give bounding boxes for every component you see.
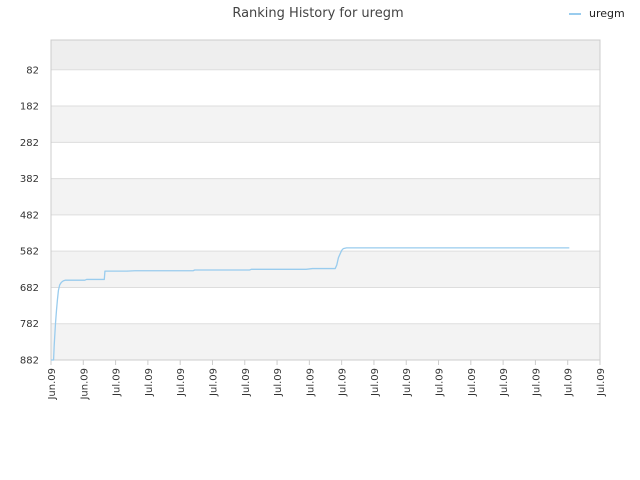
y-tick-label: 482: [20, 210, 39, 221]
y-axis-ticks: 82 182 282 382 482 582 682 782 882: [20, 65, 39, 366]
chart-title: Ranking History for uregm: [232, 6, 403, 21]
y-tick-label: 682: [20, 283, 39, 294]
y-tick-label: 582: [20, 247, 39, 258]
x-tick-label: Jul.09: [596, 368, 607, 397]
y-tick-label: 182: [20, 102, 39, 113]
x-tick-label: Jul.09: [499, 368, 510, 397]
x-tick-label: Jul.09: [241, 368, 252, 397]
y-tick-label: 82: [26, 65, 39, 76]
y-tick-label: 782: [20, 319, 39, 330]
x-tick-label: Jun.09: [79, 368, 90, 401]
x-tick-label: Jul.09: [370, 368, 381, 397]
legend-label: uregm: [589, 7, 625, 20]
plot-band: [51, 323, 600, 360]
y-tick-label: 282: [20, 138, 39, 149]
plot-band: [51, 178, 600, 215]
x-tick-label: Jul.09: [273, 368, 284, 397]
plot-band: [51, 251, 600, 288]
x-tick-label: Jul.09: [176, 368, 187, 397]
plot-bands: [51, 40, 600, 360]
x-tick-label: Jul.09: [402, 368, 413, 397]
plot-band: [51, 106, 600, 143]
x-tick-label: Jul.09: [564, 368, 575, 397]
x-tick-label: Jul.09: [531, 368, 542, 397]
x-tick-label: Jul.09: [208, 368, 219, 397]
plot-band: [51, 40, 600, 70]
x-tick-label: Jul.09: [305, 368, 316, 397]
x-tick-label: Jul.09: [144, 368, 155, 397]
x-tick-label: Jul.09: [467, 368, 478, 397]
x-tick-label: Jul.09: [112, 368, 123, 397]
y-tick-label: 882: [20, 356, 39, 367]
ranking-chart: Ranking History for uregm uregm 82 182 282…: [20, 6, 625, 401]
x-tick-label: Jul.09: [435, 368, 446, 397]
chart-legend[interactable]: uregm: [569, 7, 625, 20]
x-tick-label: Jul.09: [338, 368, 349, 397]
x-axis-ticks: Jun.09 Jun.09 Jul.09 Jul.09 Jul.09 Jul.09 Jul.…: [47, 360, 607, 401]
x-tick-label: Jun.09: [47, 368, 58, 401]
y-tick-label: 382: [20, 174, 39, 185]
